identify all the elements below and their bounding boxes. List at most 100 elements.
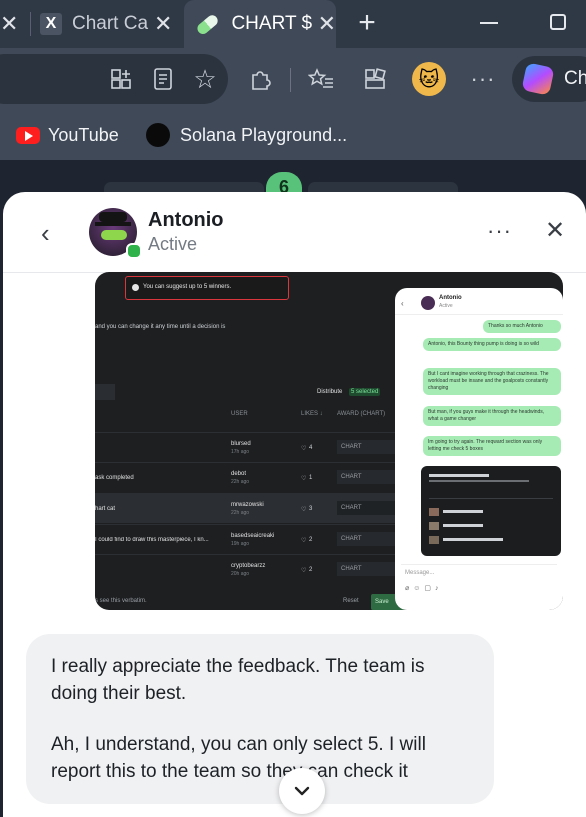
minimize-icon[interactable] [480,22,498,24]
award-input[interactable]: CHART [337,562,399,576]
row-title: I could find to draw this masterpiece, I… [95,537,209,543]
warning-text: You can suggest up to 5 winners. [143,284,232,290]
copilot-button[interactable]: Ch [512,56,586,102]
back-arrow-icon: ‹ [401,299,404,308]
solana-icon [146,123,170,147]
shared-screenshot-image[interactable]: You can suggest up to 5 winners. and you… [95,272,563,610]
heart-icon: ♡ [301,446,307,452]
new-tab-icon[interactable]: + [352,6,382,39]
row-likes: 3 [309,506,313,512]
row-time: 20h ago [231,571,250,577]
row-likes: 2 [309,567,313,573]
app-available-icon[interactable] [108,66,134,92]
mini-message: Im going to try again. The reqward secti… [423,436,561,456]
description-text: and you can change it any time until a d… [95,324,226,330]
filter-box [95,384,115,400]
distribute-label[interactable]: Distribute [317,389,342,395]
favorites-list-icon[interactable] [306,64,336,94]
youtube-icon [16,126,40,144]
close-icon[interactable]: ✕ [0,11,18,37]
row-title: ask completed [95,475,134,481]
heart-icon: ♡ [301,507,307,513]
row-user: mrwazowski [231,502,264,508]
col-award: AWARD (CHART) [337,411,386,417]
profile-avatar[interactable]: 🐱 [412,62,446,96]
row-user: cryptobearzz [231,563,266,569]
tab-close-partial[interactable]: ✕ [0,0,20,48]
pill-icon [195,12,221,36]
tab-chart-active[interactable]: CHART $ ✕ [184,0,336,48]
close-icon[interactable]: ✕ [154,11,172,37]
toolbar-divider [290,68,291,92]
row-time: 17h ago [231,449,250,455]
close-icon[interactable]: ✕ [318,11,336,37]
more-options-icon[interactable]: ··· [468,64,498,94]
contact-status: Active [148,234,198,254]
message-text: I really appreciate the feedback. The te… [51,656,425,704]
tab-chart-ca[interactable]: X Chart Ca ✕ [40,0,175,48]
row-user: blursed [231,441,251,447]
mini-message: Thanks so much Antonio [483,320,561,333]
mini-message: Antonio, this Bounty thing pump is doing… [423,338,561,351]
copilot-icon [521,62,555,96]
row-title: hart cat [95,506,116,512]
table-row-selected: hart cat mrwazowski 22h ago ♡ 3 CHART [95,493,399,523]
row-time: 19h ago [231,541,250,547]
row-likes: 2 [309,537,313,543]
row-user: debot [231,471,247,477]
table-row: blursed 17h ago ♡ 4 CHART [95,432,399,462]
close-icon[interactable]: ✕ [545,216,565,245]
online-status-dot [126,243,142,259]
tab-label: Chart Ca [72,13,149,34]
mini-screenshot [421,466,561,556]
table-row: I could find to draw this masterpiece, I… [95,524,399,554]
mini-divider [401,564,557,565]
x-logo-icon: X [40,13,62,35]
message-bubble: I really appreciate the feedback. The te… [26,634,494,804]
reset-button[interactable]: Reset [343,598,359,604]
col-likes[interactable]: LIKES ↓ [301,411,323,417]
cat-icon: 🐱 [418,68,440,91]
award-input[interactable]: CHART [337,501,399,515]
footer-note: s see this verbatim. [95,598,147,604]
heart-icon: ♡ [301,568,307,574]
tab-label: CHART $ [231,13,313,34]
mini-message-input: Message... [405,570,435,576]
row-time: 22h ago [231,479,250,485]
chevron-down-icon [294,786,310,796]
favorite-star-icon[interactable]: ☆ [190,64,220,94]
award-input[interactable]: CHART [337,440,399,454]
warning-banner: You can suggest up to 5 winners. [125,276,289,300]
collections-icon[interactable] [360,64,390,94]
mini-input-icons: ⌀☺▢♪ [405,585,443,592]
bookmark-label: YouTube [48,124,119,145]
bookmark-label: Solana Playground... [180,124,348,145]
message-text: Ah, I understand, you can only select 5.… [51,734,426,782]
award-input[interactable]: CHART [337,470,399,484]
back-arrow-icon[interactable]: ‹ [41,218,50,249]
mini-contact-name: Antonio [439,295,462,301]
table-row: ask completed debot 22h ago ♡ 1 CHART [95,462,399,492]
mini-avatar [421,296,435,310]
contact-name: Antonio [148,209,224,231]
distribute-badge: 5 selected [349,388,381,396]
table-row: cryptobearzz 20h ago ♡ 2 CHART [95,554,399,584]
copilot-label: Ch [564,68,586,89]
heart-icon: ♡ [301,538,307,544]
reader-mode-icon[interactable] [150,66,176,92]
extensions-icon[interactable] [246,64,276,94]
mini-contact-status: Active [439,303,453,309]
more-options-icon[interactable]: ··· [487,218,512,244]
bookmark-solana[interactable]: Solana Playground... [146,122,347,148]
scroll-down-button[interactable] [279,768,325,814]
restore-icon[interactable] [550,14,566,30]
mini-message: But I cant imagine working through that … [423,368,561,395]
row-time: 22h ago [231,510,250,516]
row-user: basedseaicreaki [231,533,275,539]
heart-icon: ♡ [301,476,307,482]
award-input[interactable]: CHART [337,532,399,546]
row-likes: 4 [309,445,313,451]
col-user: USER [231,411,248,417]
bookmark-youtube[interactable]: YouTube [16,122,119,148]
row-likes: 1 [309,475,313,481]
